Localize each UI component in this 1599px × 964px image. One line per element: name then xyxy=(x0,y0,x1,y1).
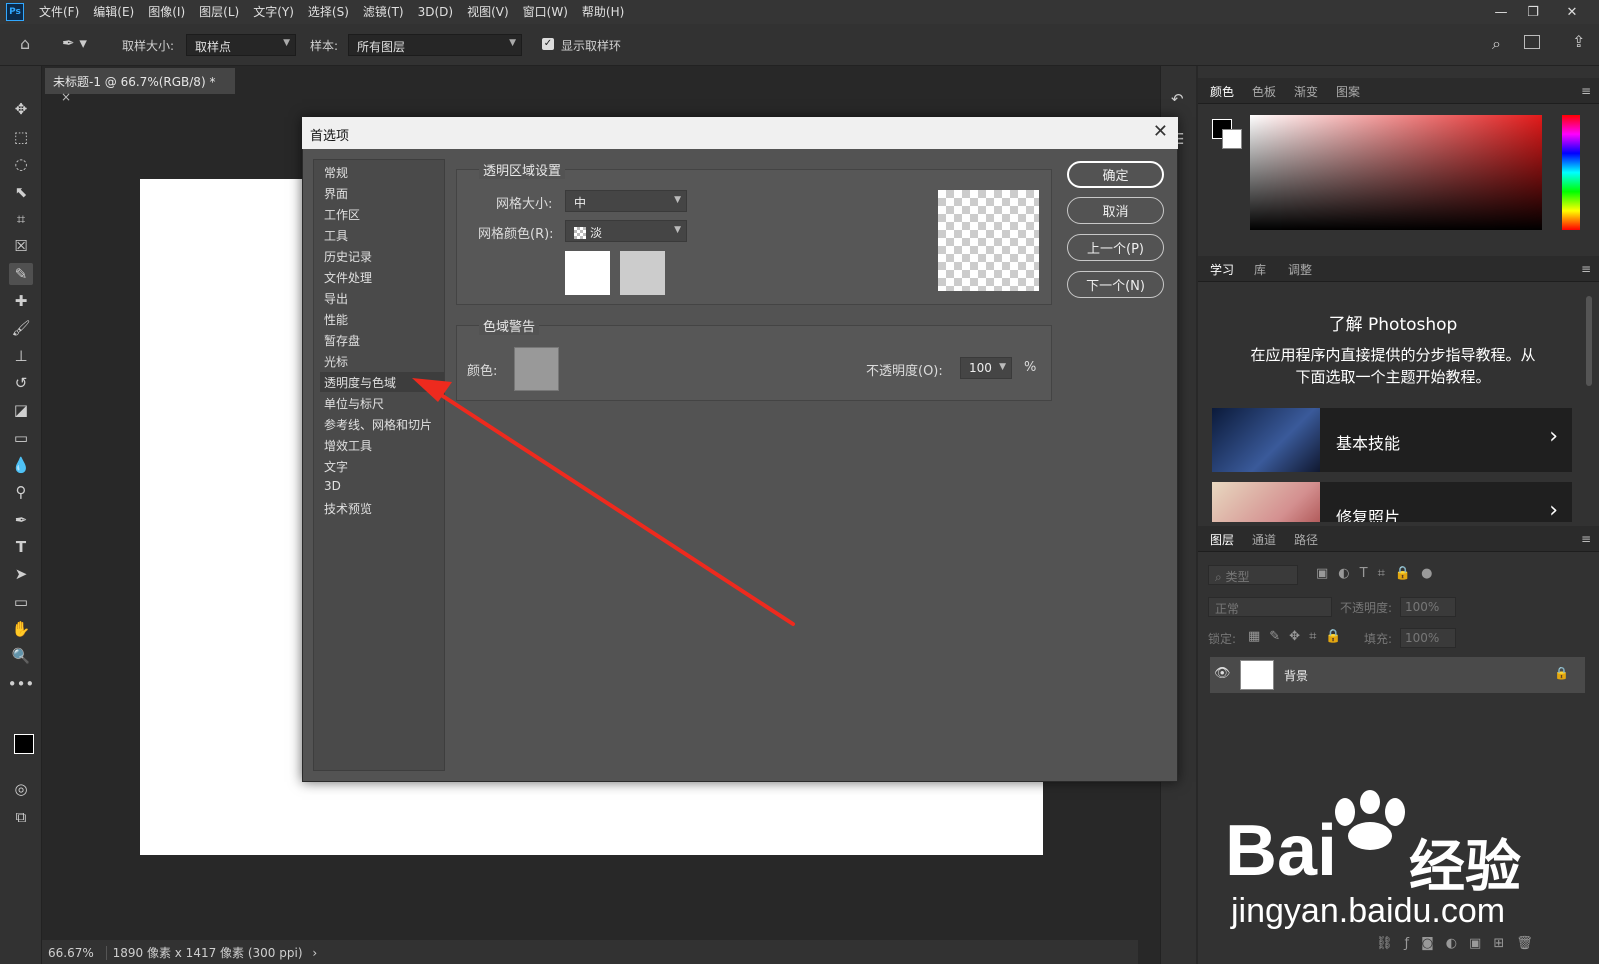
watermark-url: jingyan.baidu.com xyxy=(1231,892,1506,930)
paw-logo-icon xyxy=(1335,790,1405,850)
watermark-brand-cn: 经验 xyxy=(1409,835,1521,900)
baidu-watermark: Bai 经验 jingyan.baidu.com xyxy=(1225,790,1595,960)
watermark-brand: Bai xyxy=(1225,811,1338,891)
